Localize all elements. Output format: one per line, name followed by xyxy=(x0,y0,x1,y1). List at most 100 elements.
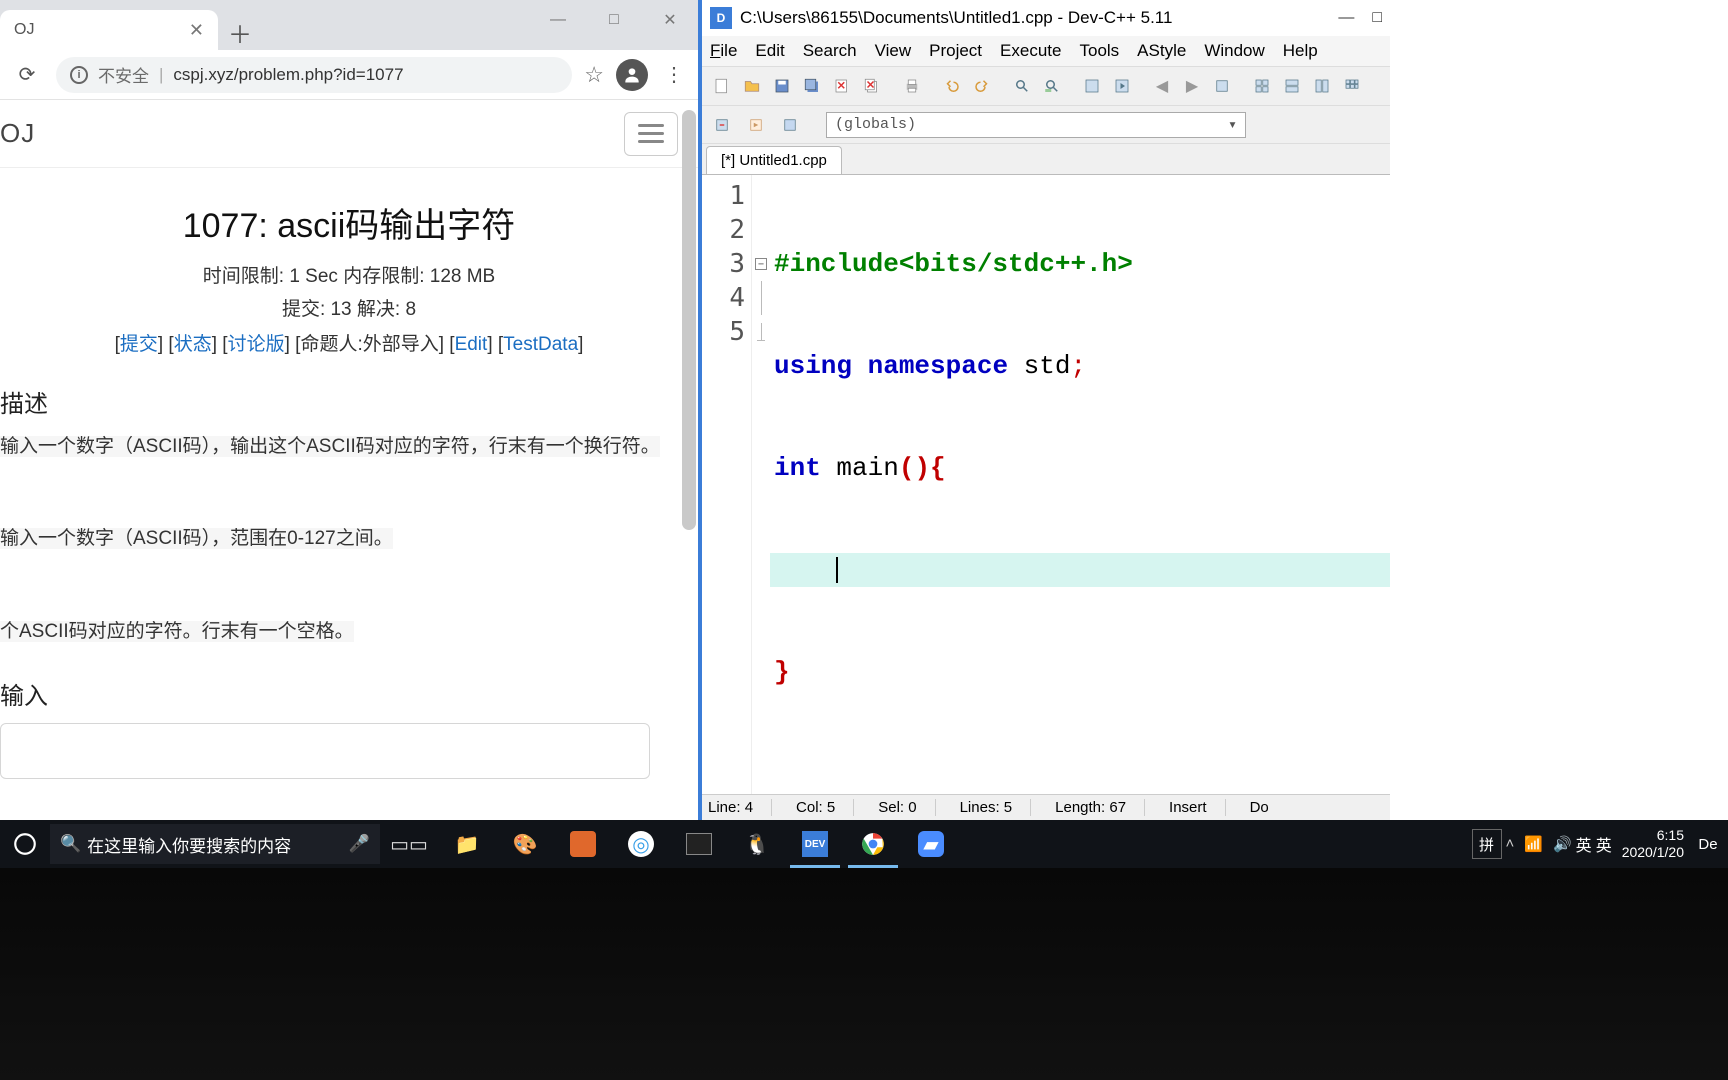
zoom-button[interactable]: ▰ xyxy=(902,820,960,868)
devcpp-titlebar[interactable]: D C:\Users\86155\Documents\Untitled1.cpp… xyxy=(702,0,1390,36)
undo-icon[interactable] xyxy=(938,72,966,100)
terminal-button[interactable] xyxy=(670,820,728,868)
debug-icon[interactable] xyxy=(708,111,736,139)
app-red-button[interactable]: 🐧 xyxy=(728,820,786,868)
menu-button[interactable]: ⋮ xyxy=(660,62,688,87)
close-file-icon[interactable] xyxy=(828,72,856,100)
code-editor[interactable]: 1 2 3 4 5 − #include<bits/stdc++.h> usin… xyxy=(702,174,1390,794)
stop-icon[interactable] xyxy=(776,111,804,139)
search-placeholder: 在这里输入你要搜索的内容 xyxy=(87,832,291,857)
save-icon[interactable] xyxy=(768,72,796,100)
address-bar[interactable]: i 不安全 | cspj.xyz/problem.php?id=1077 xyxy=(56,57,572,93)
run-icon[interactable] xyxy=(1108,72,1136,100)
redo-icon[interactable] xyxy=(968,72,996,100)
info-icon[interactable]: i xyxy=(70,66,88,84)
menu-view[interactable]: View xyxy=(875,41,912,61)
menu-project[interactable]: Project xyxy=(929,41,982,61)
scrollbar-thumb[interactable] xyxy=(682,110,696,530)
hamburger-button[interactable] xyxy=(624,112,678,156)
language-indicator[interactable]: 英 英 xyxy=(1576,832,1612,856)
grid4-icon[interactable] xyxy=(1338,72,1366,100)
site-logo[interactable]: OJ xyxy=(0,118,35,149)
menu-help[interactable]: Help xyxy=(1283,41,1318,61)
chrome-taskbar-button[interactable] xyxy=(844,820,902,868)
gutter-line: 1 xyxy=(702,179,745,213)
menu-edit[interactable]: Edit xyxy=(755,41,784,61)
close-button[interactable]: ✕ xyxy=(642,0,698,40)
menu-astyle[interactable]: AStyle xyxy=(1137,41,1186,61)
browser-tabbar: OJ ✕ ＋ — □ ✕ xyxy=(0,0,698,50)
network-icon[interactable]: 📶 xyxy=(1524,835,1543,853)
grid3-icon[interactable] xyxy=(1308,72,1336,100)
insert-icon[interactable]: ◀ xyxy=(1148,72,1176,100)
action-center[interactable]: De xyxy=(1694,836,1722,853)
insecure-label: 不安全 xyxy=(98,62,149,87)
minimize-button[interactable]: — xyxy=(1338,9,1354,27)
open-icon[interactable] xyxy=(738,72,766,100)
browser-tab[interactable]: OJ ✕ xyxy=(0,10,218,50)
close-icon[interactable]: ✕ xyxy=(189,20,204,41)
start-button[interactable] xyxy=(0,820,50,868)
gutter-line: 2 xyxy=(702,213,745,247)
problem-limits: 时间限制: 1 Sec 内存限制: 128 MB xyxy=(0,261,698,288)
problem-links: [提交] [状态] [讨论版] [命题人:外部导入] [Edit] [TestD… xyxy=(0,329,698,356)
replace-icon[interactable] xyxy=(1038,72,1066,100)
code-line-2: using namespace std; xyxy=(770,349,1390,383)
step-icon[interactable] xyxy=(742,111,770,139)
system-tray: 拼 ˄ 📶 🔊 英 英 6:15 2020/1/20 De xyxy=(1472,827,1728,861)
editor-tabstrip: [*] Untitled1.cpp xyxy=(702,144,1390,174)
mic-icon[interactable]: 🎤 xyxy=(349,834,370,854)
compile-icon[interactable] xyxy=(1078,72,1106,100)
devcpp-taskbar-button[interactable]: DEV xyxy=(786,820,844,868)
link-discuss[interactable]: 讨论版 xyxy=(228,334,285,355)
clock[interactable]: 6:15 2020/1/20 xyxy=(1616,827,1690,861)
status-length: Length: 67 xyxy=(1055,799,1145,816)
grid2-icon[interactable] xyxy=(1278,72,1306,100)
scope-combo[interactable]: (globals) ▾ xyxy=(826,112,1246,138)
taskview-button[interactable]: ▭▭ xyxy=(380,820,438,868)
reload-button[interactable]: ⟳ xyxy=(10,58,44,92)
maximize-button[interactable]: □ xyxy=(1372,9,1382,27)
find-icon[interactable] xyxy=(1008,72,1036,100)
bookmark-icon[interactable]: ☆ xyxy=(584,62,604,88)
window-title: C:\Users\86155\Documents\Untitled1.cpp -… xyxy=(740,8,1172,28)
menu-file[interactable]: FFileile xyxy=(710,41,737,61)
text-description: 输入一个数字（ASCII码），输出这个ASCII码对应的字符，行末有一个换行符。 xyxy=(0,436,660,457)
problem-stats: 提交: 13 解决: 8 xyxy=(0,294,698,321)
print-icon[interactable] xyxy=(898,72,926,100)
app-blue-button[interactable]: ◎ xyxy=(612,820,670,868)
goto-icon[interactable] xyxy=(1208,72,1236,100)
menu-search[interactable]: Search xyxy=(803,41,857,61)
combo-value: (globals) xyxy=(835,116,916,133)
ime-indicator[interactable]: 拼 xyxy=(1472,829,1502,859)
fold-toggle-icon[interactable]: − xyxy=(755,258,767,270)
chevron-up-icon[interactable]: ˄ xyxy=(1506,835,1515,853)
paint-button[interactable]: 🎨 xyxy=(496,820,554,868)
menu-execute[interactable]: Execute xyxy=(1000,41,1061,61)
new-icon[interactable] xyxy=(708,72,736,100)
link-status[interactable]: 状态 xyxy=(174,334,212,355)
closeall-icon[interactable] xyxy=(858,72,886,100)
sample-input-box[interactable] xyxy=(0,723,650,779)
profile-button[interactable] xyxy=(616,59,648,91)
minimize-button[interactable]: — xyxy=(530,0,586,40)
menu-tools[interactable]: Tools xyxy=(1079,41,1119,61)
taskbar-apps: ▭▭ 📁 🎨 ◎ 🐧 DEV ▰ xyxy=(380,820,960,868)
new-tab-button[interactable]: ＋ xyxy=(222,14,258,50)
app-orange-button[interactable] xyxy=(554,820,612,868)
volume-icon[interactable]: 🔊 xyxy=(1553,835,1572,853)
saveall-icon[interactable] xyxy=(798,72,826,100)
grid1-icon[interactable] xyxy=(1248,72,1276,100)
bookmark-icon[interactable]: ▶ xyxy=(1178,72,1206,100)
search-box[interactable]: 🔍 在这里输入你要搜索的内容 🎤 xyxy=(50,824,380,864)
link-testdata[interactable]: TestData xyxy=(503,334,578,355)
editor-tab[interactable]: [*] Untitled1.cpp xyxy=(706,146,842,174)
code-area[interactable]: #include<bits/stdc++.h> using namespace … xyxy=(770,175,1390,794)
link-submit[interactable]: 提交 xyxy=(120,334,158,355)
link-edit[interactable]: Edit xyxy=(455,334,488,355)
text-input-desc: 输入一个数字（ASCII码），范围在0-127之间。 xyxy=(0,528,393,549)
explorer-button[interactable]: 📁 xyxy=(438,820,496,868)
maximize-button[interactable]: □ xyxy=(586,0,642,40)
menu-window[interactable]: Window xyxy=(1204,41,1264,61)
tray-icons[interactable]: ˄ 📶 🔊 xyxy=(1506,835,1572,853)
